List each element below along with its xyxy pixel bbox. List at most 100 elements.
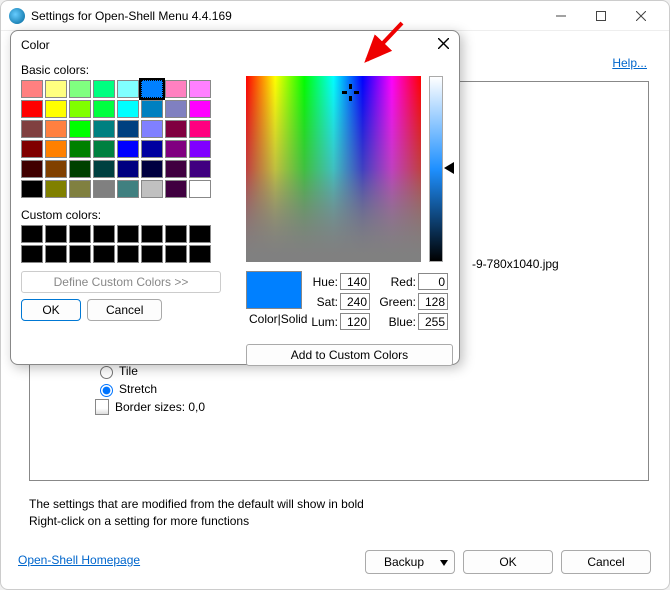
basic-swatch[interactable] bbox=[45, 120, 67, 138]
basic-swatch[interactable] bbox=[93, 160, 115, 178]
crosshair-icon bbox=[346, 88, 355, 97]
basic-swatch[interactable] bbox=[117, 180, 139, 198]
custom-swatch[interactable] bbox=[189, 225, 211, 243]
custom-swatch[interactable] bbox=[141, 225, 163, 243]
basic-swatch[interactable] bbox=[69, 140, 91, 158]
custom-swatch[interactable] bbox=[21, 225, 43, 243]
stretch-label: Stretch bbox=[119, 382, 157, 396]
custom-swatch[interactable] bbox=[189, 245, 211, 263]
basic-swatch[interactable] bbox=[165, 160, 187, 178]
basic-swatch[interactable] bbox=[165, 180, 187, 198]
basic-swatch[interactable] bbox=[189, 180, 211, 198]
add-to-custom-button[interactable]: Add to Custom Colors bbox=[246, 344, 453, 366]
custom-swatch[interactable] bbox=[117, 225, 139, 243]
ok-button[interactable]: OK bbox=[463, 550, 553, 574]
custom-swatch[interactable] bbox=[21, 245, 43, 263]
cancel-button[interactable]: Cancel bbox=[561, 550, 651, 574]
option-stretch[interactable]: Stretch bbox=[95, 381, 638, 397]
basic-swatch[interactable] bbox=[45, 180, 67, 198]
basic-swatch[interactable] bbox=[21, 100, 43, 118]
basic-swatch[interactable] bbox=[117, 80, 139, 98]
custom-swatch[interactable] bbox=[93, 225, 115, 243]
basic-swatch[interactable] bbox=[93, 140, 115, 158]
basic-swatch[interactable] bbox=[141, 80, 163, 98]
color-dialog-titlebar: Color bbox=[11, 31, 459, 59]
lum-input[interactable] bbox=[340, 313, 370, 330]
basic-swatch[interactable] bbox=[189, 100, 211, 118]
basic-swatch[interactable] bbox=[45, 80, 67, 98]
homepage-link[interactable]: Open-Shell Homepage bbox=[18, 553, 140, 567]
close-icon[interactable] bbox=[438, 38, 449, 52]
basic-swatch[interactable] bbox=[93, 180, 115, 198]
basic-swatch[interactable] bbox=[69, 160, 91, 178]
basic-swatch[interactable] bbox=[189, 120, 211, 138]
basic-swatch[interactable] bbox=[21, 80, 43, 98]
basic-swatch[interactable] bbox=[117, 160, 139, 178]
custom-swatch[interactable] bbox=[165, 245, 187, 263]
basic-swatch[interactable] bbox=[165, 100, 187, 118]
basic-swatch[interactable] bbox=[69, 120, 91, 138]
sat-input[interactable] bbox=[340, 293, 370, 310]
color-cancel-button[interactable]: Cancel bbox=[87, 299, 162, 321]
basic-swatch[interactable] bbox=[141, 100, 163, 118]
basic-swatch[interactable] bbox=[189, 140, 211, 158]
basic-swatch[interactable] bbox=[45, 160, 67, 178]
tile-radio[interactable] bbox=[100, 366, 113, 379]
basic-swatch[interactable] bbox=[69, 80, 91, 98]
custom-swatch[interactable] bbox=[141, 245, 163, 263]
backup-button[interactable]: Backup bbox=[365, 550, 455, 574]
minimize-button[interactable] bbox=[541, 2, 581, 30]
custom-swatch[interactable] bbox=[117, 245, 139, 263]
basic-swatch[interactable] bbox=[117, 140, 139, 158]
basic-swatch[interactable] bbox=[165, 120, 187, 138]
basic-swatch[interactable] bbox=[141, 140, 163, 158]
stretch-radio[interactable] bbox=[100, 384, 113, 397]
basic-swatch[interactable] bbox=[141, 180, 163, 198]
blue-input[interactable] bbox=[418, 313, 448, 330]
basic-swatch[interactable] bbox=[141, 120, 163, 138]
basic-swatch[interactable] bbox=[189, 80, 211, 98]
basic-swatch[interactable] bbox=[117, 100, 139, 118]
custom-swatch[interactable] bbox=[45, 225, 67, 243]
window-title: Settings for Open-Shell Menu 4.4.169 bbox=[31, 9, 541, 23]
basic-swatch[interactable] bbox=[117, 120, 139, 138]
red-input[interactable] bbox=[418, 273, 448, 290]
basic-swatch[interactable] bbox=[141, 160, 163, 178]
basic-swatch[interactable] bbox=[45, 140, 67, 158]
filename-fragment: -9-780x1040.jpg bbox=[472, 257, 638, 271]
basic-swatch[interactable] bbox=[45, 100, 67, 118]
basic-swatch[interactable] bbox=[69, 100, 91, 118]
basic-swatch[interactable] bbox=[69, 180, 91, 198]
basic-swatch[interactable] bbox=[93, 120, 115, 138]
color-dialog: Color Basic colors: Custom colors: Defin… bbox=[10, 30, 460, 365]
lum-label: Lum: bbox=[308, 315, 338, 329]
numeric-fields: Hue: Red: Sat: Green: Lum: Blue: bbox=[308, 273, 448, 333]
option-border[interactable]: Border sizes: 0,0 bbox=[95, 399, 638, 415]
define-custom-button[interactable]: Define Custom Colors >> bbox=[21, 271, 221, 293]
luminance-pointer-icon[interactable] bbox=[444, 162, 454, 174]
basic-swatch[interactable] bbox=[93, 80, 115, 98]
basic-swatch[interactable] bbox=[21, 160, 43, 178]
custom-swatch[interactable] bbox=[165, 225, 187, 243]
sat-label: Sat: bbox=[308, 295, 338, 309]
help-link[interactable]: Help... bbox=[612, 56, 647, 70]
custom-swatch[interactable] bbox=[69, 245, 91, 263]
custom-swatch[interactable] bbox=[93, 245, 115, 263]
basic-swatch[interactable] bbox=[21, 180, 43, 198]
hue-input[interactable] bbox=[340, 273, 370, 290]
basic-swatch[interactable] bbox=[165, 140, 187, 158]
custom-swatch[interactable] bbox=[69, 225, 91, 243]
basic-swatch[interactable] bbox=[189, 160, 211, 178]
basic-swatch[interactable] bbox=[165, 80, 187, 98]
maximize-button[interactable] bbox=[581, 2, 621, 30]
luminance-bar[interactable] bbox=[429, 76, 443, 262]
basic-swatch[interactable] bbox=[21, 140, 43, 158]
basic-swatch[interactable] bbox=[93, 100, 115, 118]
color-dialog-title: Color bbox=[21, 38, 50, 52]
color-ok-button[interactable]: OK bbox=[21, 299, 81, 321]
green-input[interactable] bbox=[418, 293, 448, 310]
basic-swatch[interactable] bbox=[21, 120, 43, 138]
close-button[interactable] bbox=[621, 2, 661, 30]
color-field[interactable] bbox=[246, 76, 421, 262]
custom-swatch[interactable] bbox=[45, 245, 67, 263]
